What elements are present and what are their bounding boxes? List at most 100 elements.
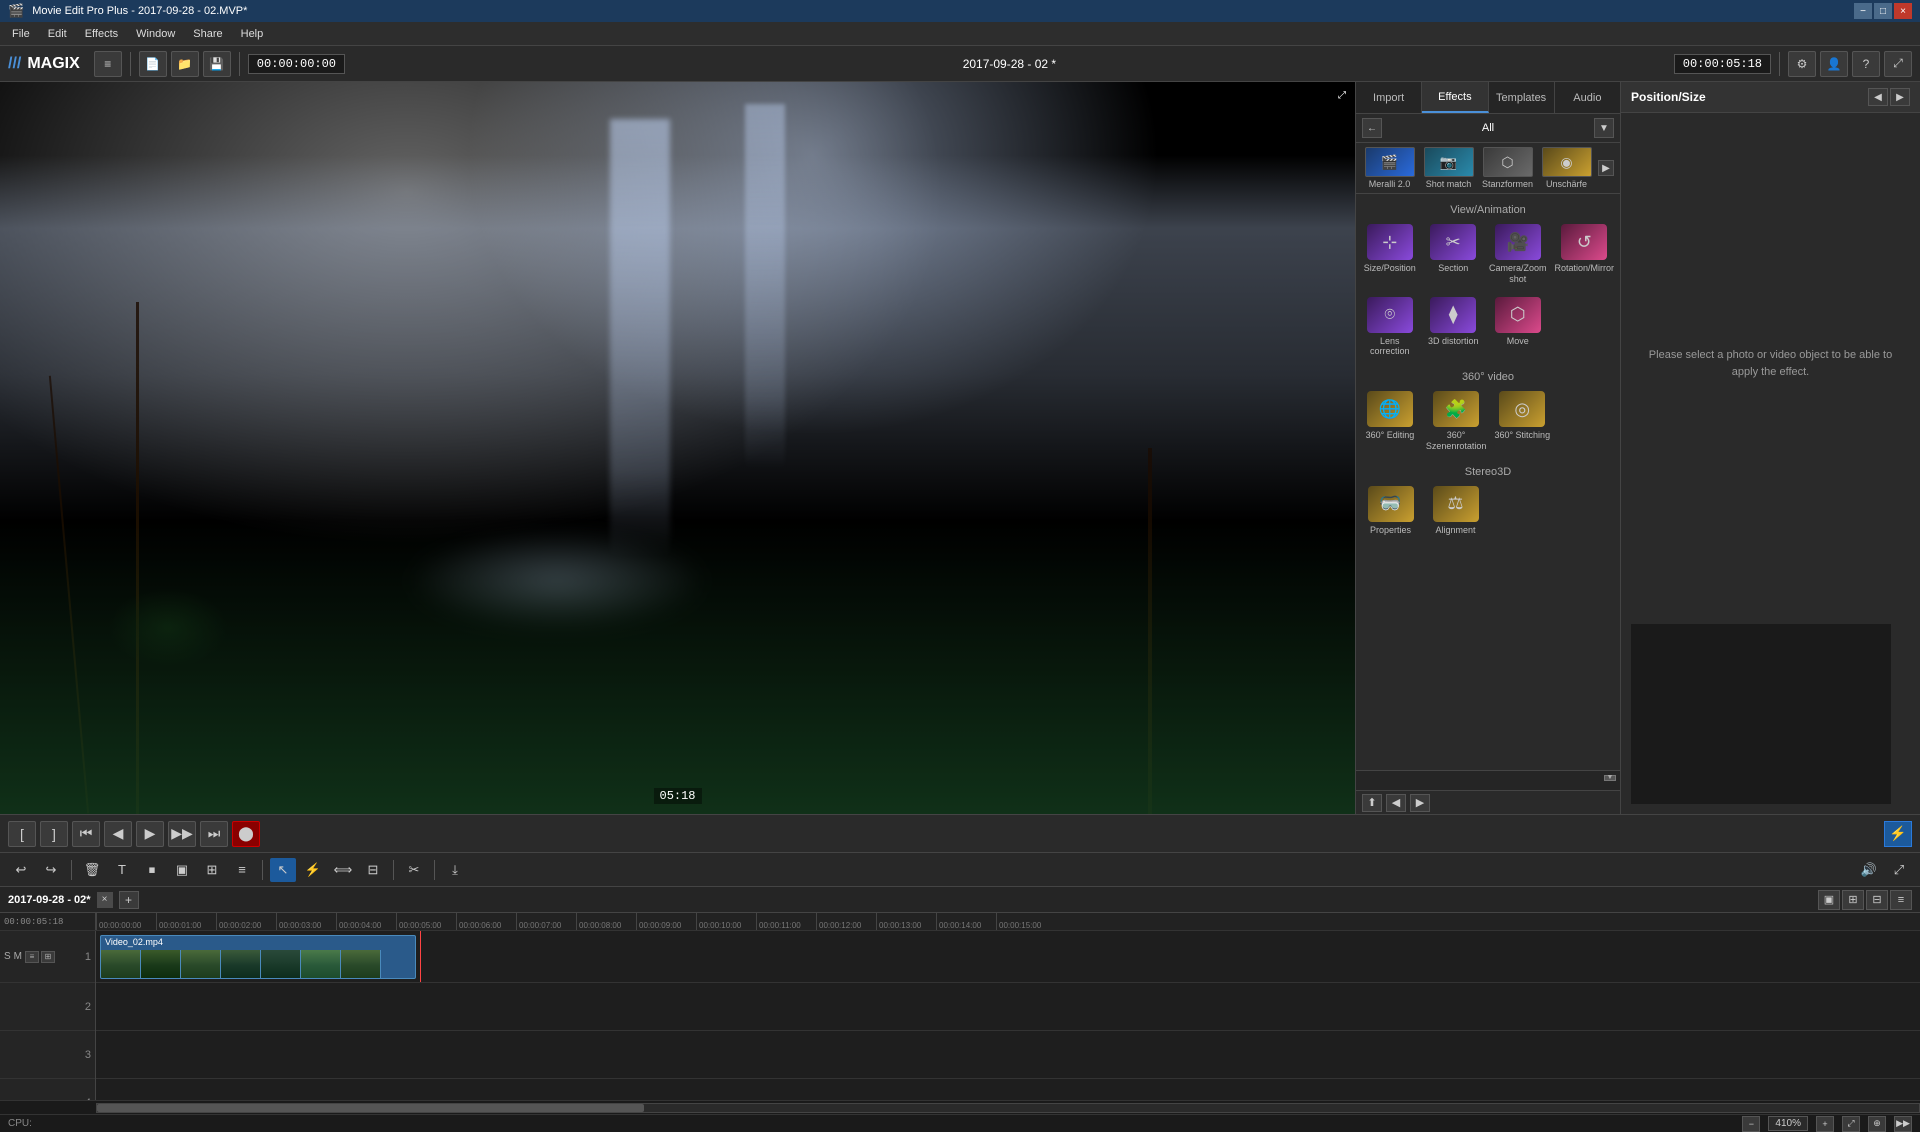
menu-share[interactable]: Share [185, 26, 230, 42]
track-1-icon-1[interactable]: ≡ [25, 951, 39, 963]
multitrack-tool[interactable]: ⊟ [360, 858, 386, 882]
tab-import[interactable]: Import [1356, 82, 1422, 113]
close-button[interactable]: × [1894, 3, 1912, 19]
horizontal-scrollbar-thumb[interactable] [97, 1104, 644, 1112]
import-button[interactable]: ⤓ [442, 858, 468, 882]
effect-section[interactable]: ✂ Section [1423, 220, 1482, 289]
effect-size-position[interactable]: ⊹ Size/Position [1360, 220, 1419, 289]
mark-out-button[interactable]: ] [40, 821, 68, 847]
menu-effects[interactable]: Effects [77, 26, 126, 42]
timeline-close-button[interactable]: × [97, 892, 113, 908]
fit-zoom-button[interactable]: ⤢ [1842, 1116, 1860, 1132]
menu-file[interactable]: File [4, 26, 38, 42]
effect-rotation-mirror[interactable]: ↺ Rotation/Mirror [1552, 220, 1616, 289]
prev-frame-button[interactable]: ◀ [104, 821, 132, 847]
effect-stereo-alignment[interactable]: ⚖ Alignment [1425, 482, 1486, 540]
zoom-out-button[interactable]: − [1742, 1116, 1760, 1132]
more-button[interactable]: ≡ [229, 858, 255, 882]
nav-up-button[interactable]: ⬆ [1362, 794, 1382, 812]
expand-button[interactable]: ⤢ [1884, 51, 1912, 77]
quick-effect-shotmatch[interactable]: 📷 Shot match [1421, 147, 1476, 189]
trim-tool[interactable]: ⟺ [330, 858, 356, 882]
zoom-in-button[interactable]: + [1816, 1116, 1834, 1132]
prev-scene-button[interactable]: ⏮ [72, 821, 100, 847]
hamburger-button[interactable]: ≡ [94, 51, 122, 77]
text-button[interactable]: T [109, 858, 135, 882]
save-button[interactable]: 💾 [203, 51, 231, 77]
nav-right-button[interactable]: ▶ [1410, 794, 1430, 812]
play-button[interactable]: ▶ [136, 821, 164, 847]
effect-move[interactable]: ⬡ Move [1487, 293, 1549, 362]
nav-left-button[interactable]: ◀ [1386, 794, 1406, 812]
horizontal-scrollbar-track[interactable] [96, 1103, 1920, 1113]
timeline-view-btn-4[interactable]: ≡ [1890, 890, 1912, 910]
quick-effect-unschaerfe[interactable]: ◉ Unschärfe [1539, 147, 1594, 189]
group-button[interactable]: ▣ [169, 858, 195, 882]
effect-360-editing[interactable]: 🌐 360° Editing [1360, 387, 1420, 456]
mark-in-button[interactable]: [ [8, 821, 36, 847]
timeline-view-btn-3[interactable]: ⊟ [1866, 890, 1888, 910]
pos-prev-button[interactable]: ◀ [1868, 88, 1888, 106]
video-clip-1[interactable]: Video_02.mp4 [100, 935, 416, 979]
quick-effect-meralli[interactable]: 🎬 Meralli 2.0 [1362, 147, 1417, 189]
effect-360-stitching[interactable]: ◎ 360° Stitching [1492, 387, 1552, 456]
size-position-icon: ⊹ [1367, 224, 1413, 260]
open-button[interactable]: 📁 [171, 51, 199, 77]
tab-templates[interactable]: Templates [1489, 82, 1555, 113]
effects-nav: ← All ▼ [1356, 114, 1620, 143]
timeline-scrollbar[interactable] [0, 1100, 1920, 1114]
effects-dropdown-button[interactable]: ▼ [1594, 118, 1614, 138]
account-button[interactable]: 👤 [1820, 51, 1848, 77]
effects-back-button[interactable]: ← [1362, 118, 1382, 138]
ruler-mark-4: 00:00:04:00 [336, 913, 396, 930]
redo-button[interactable]: ↪ [38, 858, 64, 882]
timeline-view-btn-2[interactable]: ⊞ [1842, 890, 1864, 910]
timeline-view-btn-1[interactable]: ▣ [1818, 890, 1840, 910]
track-1-s[interactable]: S [4, 951, 11, 962]
track-1-icon-2[interactable]: ⊞ [41, 951, 55, 963]
timeline-add-button[interactable]: + [119, 891, 139, 909]
stanzformen-icon: ⬡ [1483, 147, 1533, 177]
quick-effect-stanzformen[interactable]: ⬡ Stanzformen [1480, 147, 1535, 189]
effect-3d-distortion[interactable]: ⧫ 3D distortion [1423, 293, 1482, 362]
next-frame-button[interactable]: ▶▶ [168, 821, 196, 847]
preview-fullscreen-button[interactable]: ⤢ [1333, 86, 1351, 104]
tab-audio[interactable]: Audio [1555, 82, 1620, 113]
effect-360-scene-rotation[interactable]: 🧩 360° Szenenrotation [1424, 387, 1489, 456]
scroll-down-btn[interactable]: ▼ [1604, 775, 1616, 787]
delete-button[interactable]: 🗑 [79, 858, 105, 882]
track-button[interactable]: ⊞ [199, 858, 225, 882]
help-btn[interactable]: ? [1852, 51, 1880, 77]
maximize-button[interactable]: □ [1874, 3, 1892, 19]
expand-timeline-button[interactable]: ⤢ [1886, 858, 1912, 882]
select-tool[interactable]: ↖ [270, 858, 296, 882]
tab-effects[interactable]: Effects [1422, 82, 1488, 113]
preview-timecode: 05:18 [653, 788, 701, 804]
timecode-left[interactable]: 00:00:00:00 [248, 54, 345, 74]
menu-edit[interactable]: Edit [40, 26, 75, 42]
pan-button[interactable]: ⊕ [1868, 1116, 1886, 1132]
cut-tool[interactable]: ✂ [401, 858, 427, 882]
menu-window[interactable]: Window [128, 26, 183, 42]
minimize-button[interactable]: − [1854, 3, 1872, 19]
effect-lens-correction[interactable]: ⌾ Lens correction [1360, 293, 1419, 362]
record-button[interactable]: ⬤ [232, 821, 260, 847]
split-tool[interactable]: ⚡ [300, 858, 326, 882]
new-project-button[interactable]: 📄 [139, 51, 167, 77]
effect-camera-zoom[interactable]: 🎥 Camera/Zoom shot [1487, 220, 1549, 289]
effect-stereo-properties[interactable]: 🥽 Properties [1360, 482, 1421, 540]
quick-effects-right-arrow[interactable]: ▶ [1598, 160, 1614, 176]
track-1-m[interactable]: M [14, 951, 22, 962]
ruler-mark-8: 00:00:08:00 [576, 913, 636, 930]
undo-button[interactable]: ↩ [8, 858, 34, 882]
settings-button[interactable]: ⚙ [1788, 51, 1816, 77]
next-scene-button[interactable]: ⏭ [200, 821, 228, 847]
360-editing-label: 360° Editing [1366, 430, 1415, 441]
timecode-right[interactable]: 00:00:05:18 [1674, 54, 1771, 74]
menu-help[interactable]: Help [233, 26, 272, 42]
scroll-end-button[interactable]: ▶▶ [1894, 1116, 1912, 1132]
pos-next-button[interactable]: ▶ [1890, 88, 1910, 106]
set-button[interactable]: ⏹ [139, 858, 165, 882]
volume-button[interactable]: 🔊 [1856, 858, 1882, 882]
lightning-button[interactable]: ⚡ [1884, 821, 1912, 847]
